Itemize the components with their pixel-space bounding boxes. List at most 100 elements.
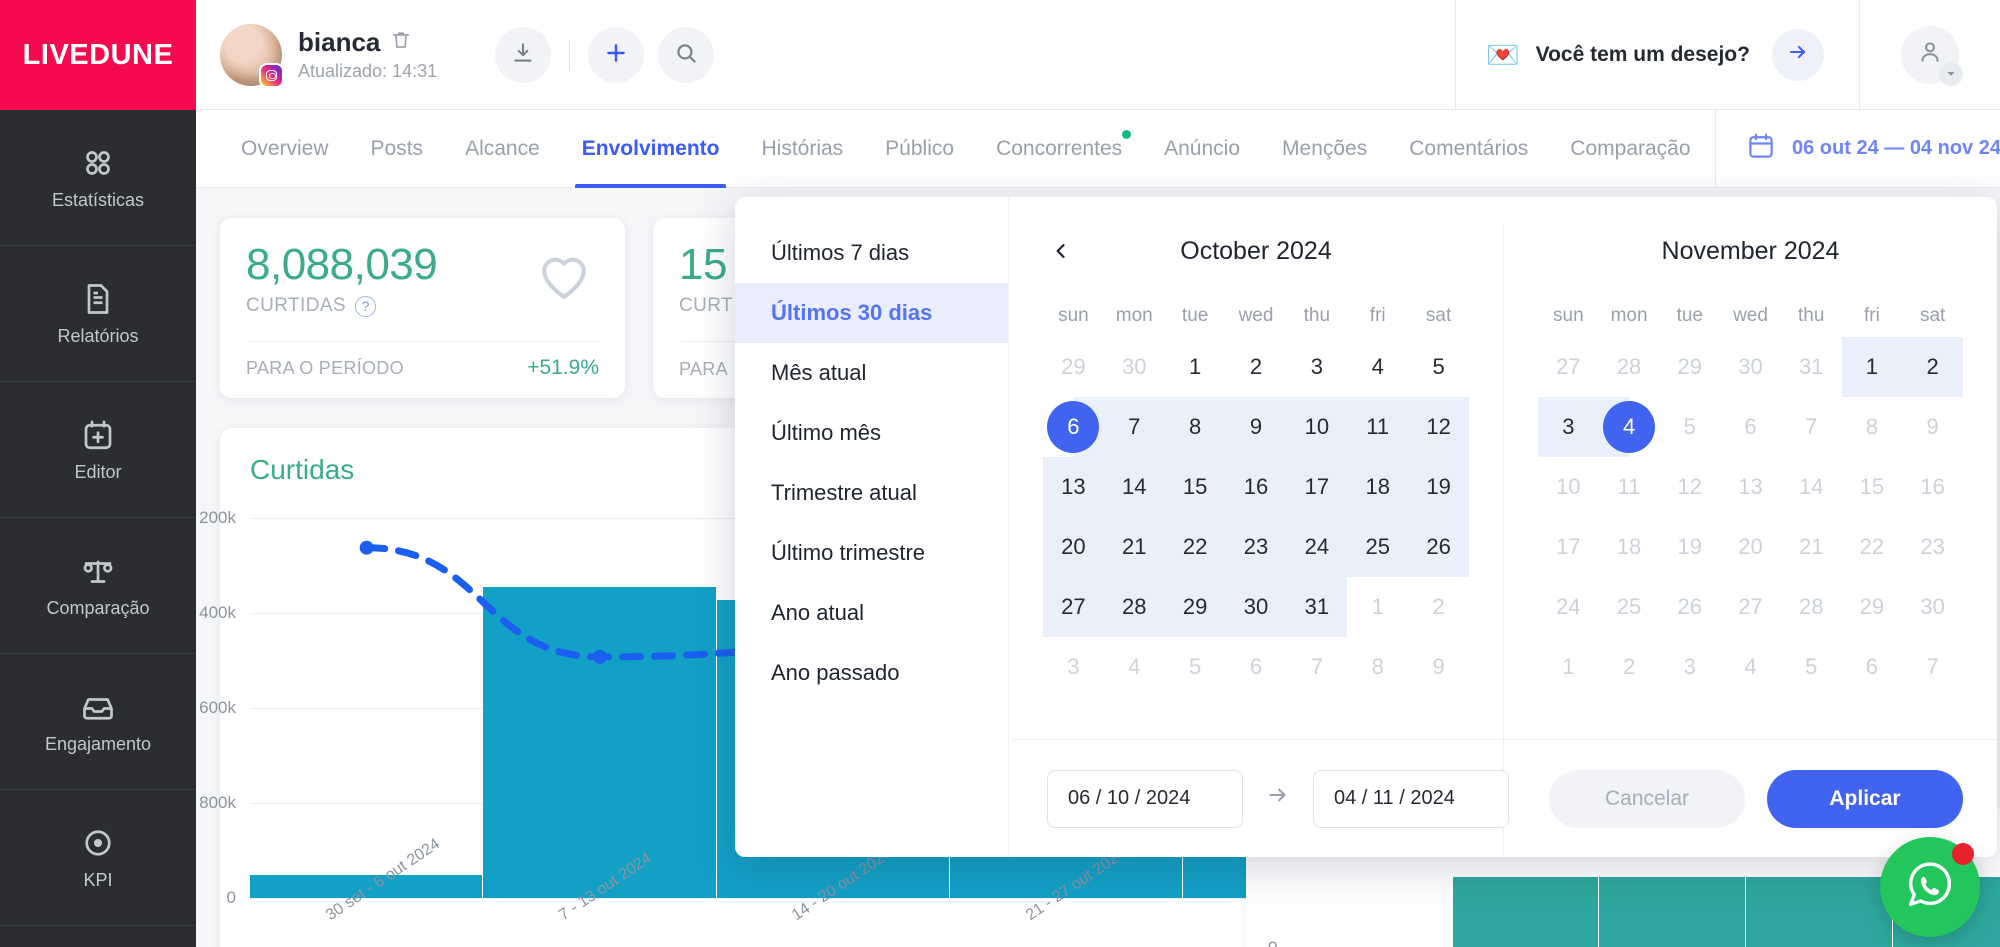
calendar-day[interactable]: 5 bbox=[1659, 397, 1720, 457]
tab-anuncio[interactable]: Anúncio bbox=[1143, 110, 1261, 188]
calendar-day[interactable]: 8 bbox=[1842, 397, 1903, 457]
calendar-day[interactable]: 2 bbox=[1599, 637, 1660, 697]
calendar-day[interactable]: 5 bbox=[1781, 637, 1842, 697]
tab-publico[interactable]: Público bbox=[864, 110, 975, 188]
calendar-day[interactable]: 6 bbox=[1226, 637, 1287, 697]
calendar-day[interactable]: 20 bbox=[1720, 517, 1781, 577]
calendar-day[interactable]: 3 bbox=[1538, 397, 1599, 457]
tab-overview[interactable]: Overview bbox=[220, 110, 350, 188]
calendar-day[interactable]: 12 bbox=[1408, 397, 1469, 457]
calendar-day[interactable]: 17 bbox=[1538, 517, 1599, 577]
calendar-day[interactable]: 29 bbox=[1165, 577, 1226, 637]
calendar-day[interactable]: 16 bbox=[1902, 457, 1963, 517]
date-preset-3[interactable]: Mês atual bbox=[735, 343, 1008, 403]
calendar-day[interactable]: 2 bbox=[1902, 337, 1963, 397]
calendar-day[interactable]: 1 bbox=[1538, 637, 1599, 697]
calendar-day[interactable]: 9 bbox=[1408, 637, 1469, 697]
tab-historias[interactable]: Histórias bbox=[740, 110, 864, 188]
tab-comparacao[interactable]: Comparação bbox=[1549, 110, 1711, 188]
sidebar-item-engajamento[interactable]: Engajamento bbox=[0, 654, 196, 790]
promo-banner[interactable]: 💌 Você tem um desejo? bbox=[1455, 0, 1860, 110]
calendar-day[interactable]: 6 bbox=[1842, 637, 1903, 697]
avatar[interactable] bbox=[220, 24, 282, 86]
add-button[interactable] bbox=[588, 27, 644, 83]
calendar-day[interactable]: 28 bbox=[1599, 337, 1660, 397]
cancel-button[interactable]: Cancelar bbox=[1549, 770, 1745, 828]
calendar-day[interactable]: 13 bbox=[1720, 457, 1781, 517]
calendar-day[interactable]: 21 bbox=[1104, 517, 1165, 577]
calendar-day[interactable]: 29 bbox=[1842, 577, 1903, 637]
calendar-day[interactable]: 29 bbox=[1659, 337, 1720, 397]
calendar-day[interactable]: 21 bbox=[1781, 517, 1842, 577]
calendar-day[interactable]: 11 bbox=[1347, 397, 1408, 457]
date-preset-6[interactable]: Último trimestre bbox=[735, 523, 1008, 583]
calendar-day[interactable]: 25 bbox=[1599, 577, 1660, 637]
calendar-day[interactable]: 2 bbox=[1408, 577, 1469, 637]
calendar-day[interactable]: 23 bbox=[1226, 517, 1287, 577]
calendar-day[interactable]: 24 bbox=[1286, 517, 1347, 577]
calendar-day[interactable]: 13 bbox=[1043, 457, 1104, 517]
download-button[interactable] bbox=[495, 27, 551, 83]
date-preset-1[interactable]: Últimos 7 dias bbox=[735, 223, 1008, 283]
calendar-day[interactable]: 4 bbox=[1104, 637, 1165, 697]
calendar-day[interactable]: 3 bbox=[1043, 637, 1104, 697]
calendar-day[interactable]: 14 bbox=[1104, 457, 1165, 517]
calendar-day[interactable]: 2 bbox=[1226, 337, 1287, 397]
calendar-day[interactable]: 4 bbox=[1720, 637, 1781, 697]
calendar-day[interactable]: 3 bbox=[1659, 637, 1720, 697]
calendar-day[interactable]: 1 bbox=[1165, 337, 1226, 397]
end-date-input[interactable]: 04 / 11 / 2024 bbox=[1313, 770, 1509, 828]
calendar-day[interactable]: 18 bbox=[1599, 517, 1660, 577]
promo-arrow-button[interactable] bbox=[1772, 29, 1824, 81]
question-icon[interactable]: ? bbox=[355, 296, 376, 317]
calendar-day[interactable]: 22 bbox=[1842, 517, 1903, 577]
date-preset-2[interactable]: Últimos 30 dias bbox=[735, 283, 1008, 343]
sidebar-item-comparacao[interactable]: Comparação bbox=[0, 518, 196, 654]
date-range-button[interactable]: 06 out 24 — 04 nov 24 bbox=[1715, 110, 2000, 188]
calendar-day[interactable]: 6 bbox=[1043, 397, 1104, 457]
sidebar-item-verificar[interactable]: Verificar bbox=[0, 926, 196, 947]
calendar-day[interactable]: 1 bbox=[1842, 337, 1903, 397]
whatsapp-button[interactable] bbox=[1880, 837, 1980, 937]
calendar-day[interactable]: 31 bbox=[1781, 337, 1842, 397]
calendar-day[interactable]: 11 bbox=[1599, 457, 1660, 517]
calendar-day[interactable]: 31 bbox=[1286, 577, 1347, 637]
calendar-day[interactable]: 30 bbox=[1104, 337, 1165, 397]
sidebar-item-estatisticas[interactable]: Estatísticas bbox=[0, 110, 196, 246]
trash-icon[interactable] bbox=[390, 29, 412, 56]
calendar-day[interactable]: 30 bbox=[1902, 577, 1963, 637]
calendar-day[interactable]: 1 bbox=[1347, 577, 1408, 637]
calendar-day[interactable]: 27 bbox=[1043, 577, 1104, 637]
chart-bar[interactable] bbox=[1599, 877, 1746, 947]
calendar-day[interactable]: 4 bbox=[1599, 397, 1660, 457]
calendar-day[interactable]: 12 bbox=[1659, 457, 1720, 517]
calendar-day[interactable]: 19 bbox=[1659, 517, 1720, 577]
calendar-day[interactable]: 4 bbox=[1347, 337, 1408, 397]
calendar-day[interactable]: 28 bbox=[1104, 577, 1165, 637]
calendar-day[interactable]: 5 bbox=[1165, 637, 1226, 697]
calendar-day[interactable]: 7 bbox=[1286, 637, 1347, 697]
calendar-day[interactable]: 27 bbox=[1538, 337, 1599, 397]
search-button[interactable] bbox=[658, 27, 714, 83]
sidebar-item-kpi[interactable]: KPI bbox=[0, 790, 196, 926]
calendar-day[interactable]: 10 bbox=[1286, 397, 1347, 457]
calendar-day[interactable]: 10 bbox=[1538, 457, 1599, 517]
calendar-day[interactable]: 24 bbox=[1538, 577, 1599, 637]
calendar-day[interactable]: 22 bbox=[1165, 517, 1226, 577]
sidebar-item-editor[interactable]: Editor bbox=[0, 382, 196, 518]
calendar-day[interactable]: 8 bbox=[1347, 637, 1408, 697]
tab-comentarios[interactable]: Comentários bbox=[1388, 110, 1549, 188]
tab-mencoes[interactable]: Menções bbox=[1261, 110, 1388, 188]
calendar-day[interactable]: 9 bbox=[1902, 397, 1963, 457]
tab-posts[interactable]: Posts bbox=[350, 110, 445, 188]
tab-alcance[interactable]: Alcance bbox=[444, 110, 561, 188]
start-date-input[interactable]: 06 / 10 / 2024 bbox=[1047, 770, 1243, 828]
calendar-day[interactable]: 20 bbox=[1043, 517, 1104, 577]
tab-envolvimento[interactable]: Envolvimento bbox=[561, 110, 741, 188]
chart-bar[interactable] bbox=[1746, 877, 1893, 947]
calendar-day[interactable]: 30 bbox=[1226, 577, 1287, 637]
calendar-day[interactable]: 23 bbox=[1902, 517, 1963, 577]
calendar-day[interactable]: 7 bbox=[1104, 397, 1165, 457]
calendar-day[interactable]: 26 bbox=[1408, 517, 1469, 577]
calendar-day[interactable]: 15 bbox=[1165, 457, 1226, 517]
